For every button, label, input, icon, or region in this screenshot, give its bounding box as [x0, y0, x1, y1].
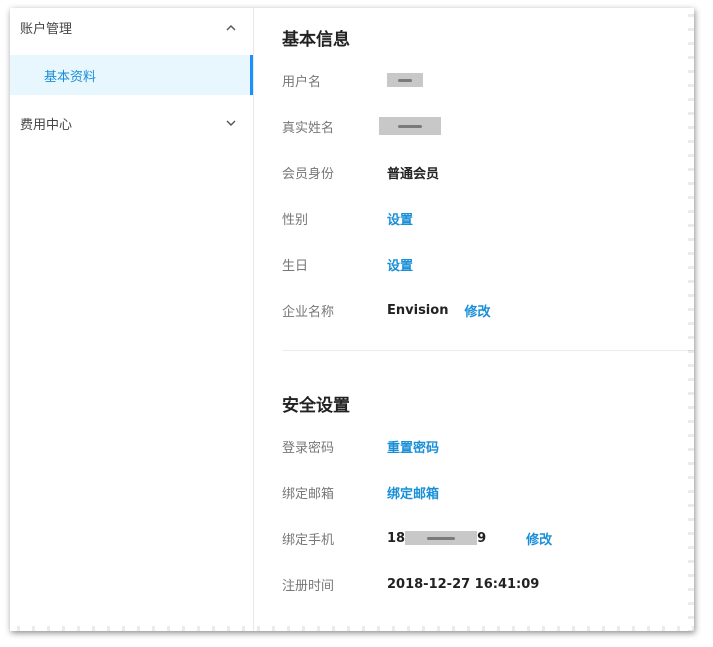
- security-title: 安全设置: [282, 396, 350, 416]
- menu-account-management[interactable]: 账户管理: [10, 9, 253, 45]
- company-row: 企业名称 Envision 修改: [282, 300, 490, 320]
- gender-label: 性别: [282, 212, 309, 228]
- company-edit-link[interactable]: 修改: [464, 301, 490, 320]
- reset-password-link[interactable]: 重置密码: [387, 437, 439, 456]
- password-label: 登录密码: [282, 440, 335, 456]
- torn-edge-right: [688, 8, 694, 631]
- member-value: 普通会员: [387, 166, 440, 182]
- birthday-row: 生日 设置: [282, 254, 413, 274]
- member-label: 会员身份: [282, 166, 335, 182]
- chevron-down-icon: [225, 116, 237, 130]
- bind-email-link[interactable]: 绑定邮箱: [387, 483, 439, 502]
- real-name-value-redacted: [379, 117, 441, 135]
- register-time-label: 注册时间: [282, 578, 335, 594]
- phone-row: 绑定手机 18 9 修改: [282, 528, 552, 548]
- main-content: 基本信息 用户名 真实姓名 会员身份 普通会员 性别 设置 生日 设置 企业名称…: [254, 8, 694, 631]
- username-label: 用户名: [282, 74, 322, 90]
- username-value-redacted: [387, 73, 423, 87]
- phone-value-redacted: [405, 531, 478, 545]
- phone-edit-link[interactable]: 修改: [526, 529, 552, 548]
- app-window: 账户管理 基本资料 费用中心 基本信息 用户名 真实姓名 会员身份 普通会员 性…: [10, 8, 694, 631]
- register-time-row: 注册时间 2018-12-27 16:41:09: [282, 574, 539, 594]
- register-time-value: 2018-12-27 16:41:09: [387, 576, 540, 592]
- birthday-set-link[interactable]: 设置: [387, 255, 413, 274]
- username-row: 用户名: [282, 70, 423, 90]
- chevron-up-icon: [225, 20, 237, 34]
- sidebar-item-label: 基本资料: [44, 69, 97, 85]
- section-divider: [282, 350, 694, 351]
- basic-info-title: 基本信息: [282, 30, 350, 50]
- sidebar-item-basic-profile[interactable]: 基本资料: [10, 55, 253, 95]
- email-label: 绑定邮箱: [282, 486, 335, 502]
- menu-account-management-label: 账户管理: [20, 21, 73, 37]
- email-row: 绑定邮箱 绑定邮箱: [282, 482, 439, 502]
- sidebar: 账户管理 基本资料 费用中心: [10, 8, 254, 631]
- phone-value-prefix: 18: [387, 530, 406, 546]
- phone-label: 绑定手机: [282, 532, 335, 548]
- menu-billing-center[interactable]: 费用中心: [10, 105, 253, 141]
- password-row: 登录密码 重置密码: [282, 436, 439, 456]
- phone-value-suffix: 9: [477, 530, 487, 546]
- torn-edge-bottom: [10, 626, 694, 631]
- company-value: Envision: [387, 302, 449, 318]
- birthday-label: 生日: [282, 258, 309, 274]
- member-row: 会员身份 普通会员: [282, 162, 439, 182]
- menu-billing-center-label: 费用中心: [20, 117, 73, 133]
- gender-set-link[interactable]: 设置: [387, 209, 413, 228]
- real-name-row: 真实姓名: [282, 116, 441, 136]
- gender-row: 性别 设置: [282, 208, 413, 228]
- real-name-label: 真实姓名: [282, 120, 335, 136]
- company-label: 企业名称: [282, 304, 335, 320]
